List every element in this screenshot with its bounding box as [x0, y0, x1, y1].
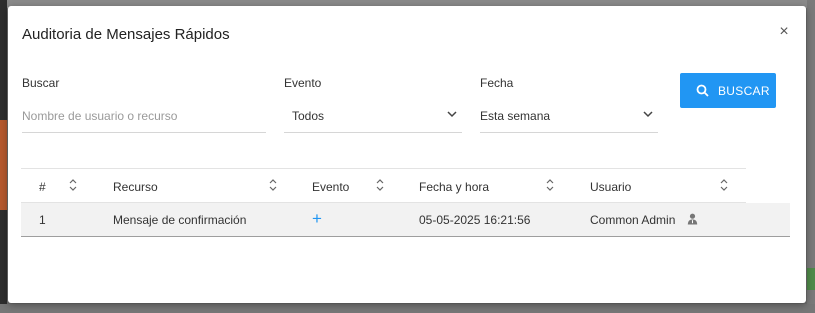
column-header-resource[interactable]: Recurso	[113, 169, 312, 202]
sort-icon[interactable]	[719, 178, 729, 192]
backdrop-left	[0, 0, 7, 313]
column-header-label: Usuario	[590, 180, 632, 194]
search-icon	[696, 84, 709, 97]
table-row[interactable]: 1 Mensaje de confirmación + 05-05-2025 1…	[21, 203, 790, 237]
event-select[interactable]: Todos	[284, 100, 462, 133]
backdrop-right	[807, 0, 815, 313]
modal-title: Auditoria de Mensajes Rápidos	[22, 26, 230, 43]
row-index: 1	[39, 213, 46, 227]
close-icon[interactable]: ×	[776, 24, 792, 40]
column-header-datetime[interactable]: Fecha y hora	[419, 169, 590, 202]
backdrop-bottom	[0, 304, 815, 313]
search-label: Buscar	[22, 76, 60, 90]
row-user: Common Admin	[590, 213, 676, 227]
backdrop-accent-green	[807, 268, 815, 290]
chevron-down-icon	[447, 111, 457, 118]
search-button[interactable]: BUSCAR	[680, 73, 776, 108]
chevron-down-icon	[643, 111, 653, 118]
audit-table: # Recurso Evento Fecha y hora Usuario 1 …	[21, 168, 790, 237]
search-button-label: BUSCAR	[718, 84, 770, 98]
sort-icon[interactable]	[268, 178, 278, 192]
column-header-event[interactable]: Evento	[312, 169, 419, 202]
event-label: Evento	[284, 76, 322, 90]
column-header-index[interactable]: #	[21, 169, 113, 202]
event-selected-value: Todos	[292, 109, 325, 123]
sort-icon[interactable]	[545, 178, 555, 192]
column-header-label: Evento	[312, 180, 350, 194]
row-datetime: 05-05-2025 16:21:56	[419, 213, 531, 227]
date-label: Fecha	[480, 76, 514, 90]
date-selected-value: Esta semana	[480, 109, 551, 123]
user-icon	[687, 213, 698, 225]
backdrop-accent	[0, 120, 7, 210]
row-resource: Mensaje de confirmación	[113, 213, 247, 227]
column-header-user[interactable]: Usuario	[590, 169, 746, 202]
audit-modal: Auditoria de Mensajes Rápidos × Buscar N…	[8, 6, 806, 303]
search-input[interactable]: Nombre de usuario o recurso	[22, 100, 266, 133]
search-placeholder: Nombre de usuario o recurso	[22, 109, 178, 123]
sort-icon[interactable]	[68, 178, 78, 192]
sort-icon[interactable]	[375, 178, 385, 192]
table-header: # Recurso Evento Fecha y hora Usuario	[21, 168, 746, 203]
plus-icon: +	[312, 209, 322, 228]
column-header-label: #	[39, 180, 46, 194]
column-header-label: Recurso	[113, 180, 158, 194]
date-select[interactable]: Esta semana	[480, 100, 658, 133]
column-header-label: Fecha y hora	[419, 180, 490, 194]
